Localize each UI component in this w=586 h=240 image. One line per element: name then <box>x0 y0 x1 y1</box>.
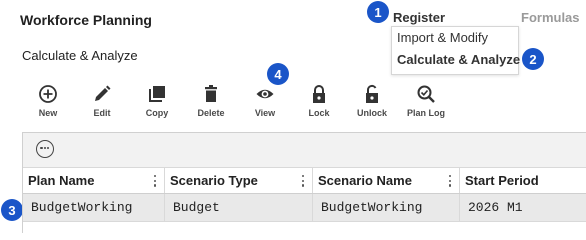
column-menu-icon[interactable] <box>154 175 157 187</box>
column-header-start-period[interactable]: Start Period <box>460 168 586 193</box>
pencil-icon <box>75 84 129 106</box>
trash-icon <box>184 84 238 106</box>
copy-label: Copy <box>145 108 169 118</box>
column-header-plan-name[interactable]: Plan Name <box>23 168 165 193</box>
search-log-icon <box>399 84 453 106</box>
column-header-label: Scenario Type <box>170 173 258 188</box>
edit-button[interactable]: Edit <box>75 84 129 124</box>
grid-header-row: Plan Name Scenario Type Scenario Name St… <box>23 168 586 194</box>
unlock-icon <box>345 84 399 106</box>
app-title: Workforce Planning <box>20 12 152 28</box>
plan-log-button[interactable]: Plan Log <box>399 84 453 124</box>
edit-label: Edit <box>93 108 111 118</box>
cell-scenario-name: BudgetWorking <box>313 194 460 221</box>
copy-icon <box>130 84 184 106</box>
table-row[interactable]: BudgetWorking Budget BudgetWorking 2026 … <box>23 194 586 222</box>
column-header-scenario-type[interactable]: Scenario Type <box>165 168 313 193</box>
view-button[interactable]: View <box>238 84 292 124</box>
view-label: View <box>254 108 276 118</box>
delete-button[interactable]: Delete <box>184 84 238 124</box>
lock-icon <box>292 84 346 106</box>
plans-grid: Plan Name Scenario Type Scenario Name St… <box>22 132 586 233</box>
cell-scenario-type: Budget <box>165 194 313 221</box>
callout-badge-2: 2 <box>522 48 544 70</box>
cell-plan-name: BudgetWorking <box>23 194 165 221</box>
callout-badge-4: 4 <box>267 63 289 85</box>
grid-toolbar <box>23 133 586 168</box>
nav-register[interactable]: Register <box>393 10 445 25</box>
callout-badge-1: 1 <box>367 1 389 23</box>
new-label: New <box>38 108 58 118</box>
menu-item-import-modify[interactable]: Import & Modify <box>397 30 488 45</box>
cell-start-period: 2026 M1 <box>468 200 523 215</box>
column-header-label: Scenario Name <box>318 173 412 188</box>
more-horizontal-circle-icon[interactable] <box>36 140 54 158</box>
delete-label: Delete <box>197 108 225 118</box>
menu-item-calculate-analyze[interactable]: Calculate & Analyze <box>397 52 520 67</box>
register-dropdown-menu: Import & Modify Calculate & Analyze <box>391 26 520 75</box>
column-header-label: Start Period <box>465 173 539 188</box>
nav-formulas[interactable]: Formulas <box>521 10 580 25</box>
column-menu-icon[interactable] <box>302 175 305 187</box>
eye-icon <box>238 84 292 106</box>
unlock-button[interactable]: Unlock <box>345 84 399 124</box>
lock-button[interactable]: Lock <box>292 84 346 124</box>
new-button[interactable]: New <box>21 84 75 124</box>
column-header-scenario-name[interactable]: Scenario Name <box>313 168 460 193</box>
lock-label: Lock <box>308 108 330 118</box>
plus-circle-icon <box>21 84 75 106</box>
copy-button[interactable]: Copy <box>130 84 184 124</box>
plan-log-label: Plan Log <box>407 108 445 118</box>
column-menu-icon[interactable] <box>449 175 452 187</box>
callout-badge-3: 3 <box>1 199 23 221</box>
action-toolbar: New Edit Copy Delete View Lock Unlock Pl… <box>20 84 460 124</box>
unlock-label: Unlock <box>356 108 387 118</box>
column-header-label: Plan Name <box>28 173 95 188</box>
page-subtitle: Calculate & Analyze <box>22 48 138 63</box>
